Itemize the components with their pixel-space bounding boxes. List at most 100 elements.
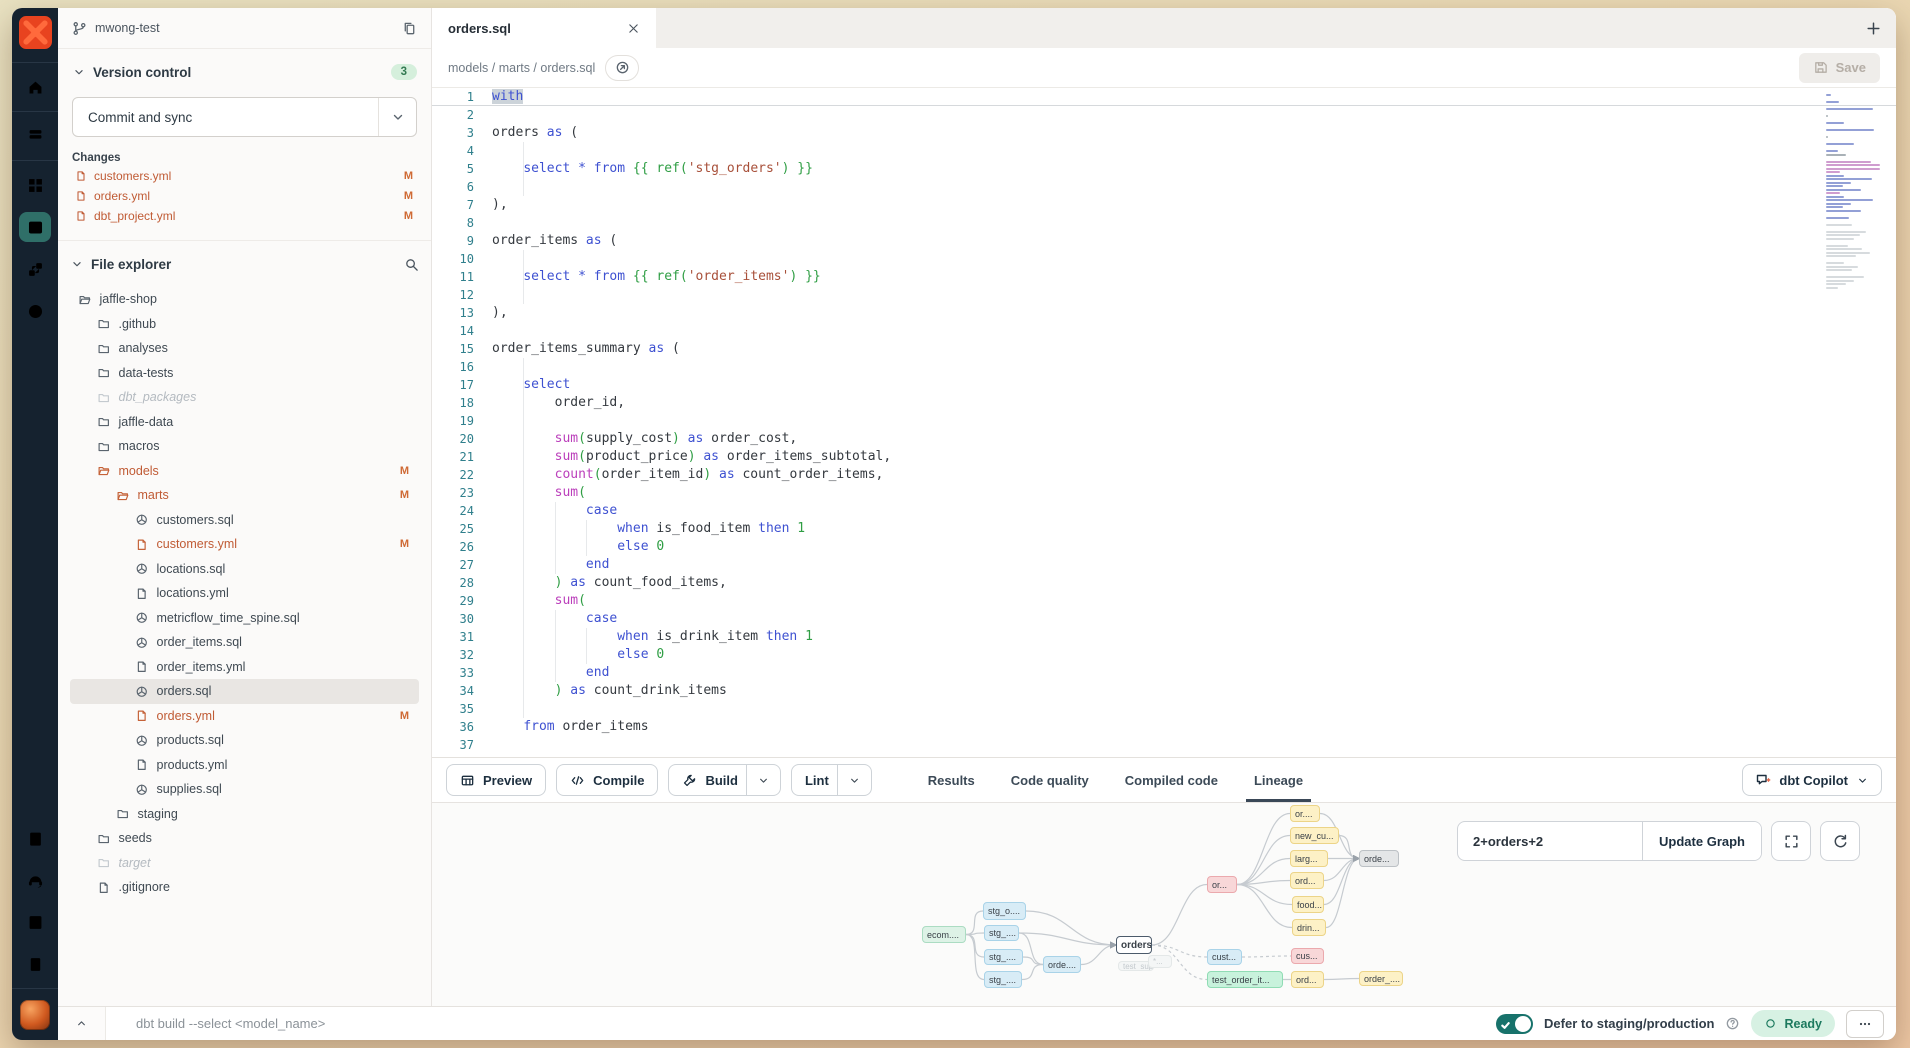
tree-item-customers.sql[interactable]: customers.sql — [70, 508, 419, 533]
lineage-node-cuspink[interactable]: cus... — [1291, 948, 1324, 964]
tab-lineage[interactable]: Lineage — [1254, 758, 1303, 802]
rail-item-dashboards[interactable] — [12, 164, 58, 206]
lineage-node-orde1[interactable]: orde.... — [1043, 956, 1081, 973]
rail-item-home[interactable] — [12, 66, 58, 108]
lineage-node-stg1[interactable]: stg_o.... — [983, 902, 1026, 920]
tree-item-order-items.yml[interactable]: order_items.yml — [70, 655, 419, 680]
tab-code-quality[interactable]: Code quality — [1011, 758, 1089, 802]
lineage-node-orpink[interactable]: or... — [1207, 876, 1237, 893]
file-explorer-header[interactable]: File explorer — [70, 249, 419, 279]
line-number: 10 — [432, 250, 492, 268]
line-number: 4 — [432, 142, 492, 160]
tree-item-data-tests[interactable]: data-tests — [70, 361, 419, 386]
lineage-canvas[interactable]: ecom.... stg_o.... stg_.... stg_.... stg_...… — [432, 802, 1896, 1006]
fullscreen-button[interactable] — [1771, 821, 1811, 861]
rail-item-deploy[interactable] — [12, 248, 58, 290]
tree-item-marts[interactable]: martsM — [70, 483, 419, 508]
lineage-node-gray1[interactable]: orde... — [1359, 850, 1399, 867]
dbt-logo[interactable] — [19, 16, 52, 49]
tab-orders-sql[interactable]: orders.sql — [432, 8, 656, 48]
code-token: 1 — [789, 521, 805, 536]
user-avatar[interactable] — [20, 1000, 50, 1030]
collapse-command-bar-button[interactable] — [58, 1007, 106, 1040]
tree-item-.github[interactable]: .github — [70, 312, 419, 337]
compile-button[interactable]: Compile — [556, 764, 658, 796]
tree-item-supplies.sql[interactable]: supplies.sql — [70, 777, 419, 802]
commit-options-caret[interactable] — [378, 98, 416, 136]
lineage-node-y3[interactable]: larg... — [1290, 850, 1328, 867]
rail-item-docs[interactable] — [12, 901, 58, 943]
tree-item-staging[interactable]: staging — [70, 802, 419, 827]
preview-button[interactable]: Preview — [446, 764, 546, 796]
build-options-caret[interactable] — [746, 765, 780, 795]
lineage-node-y6[interactable]: drin... — [1292, 919, 1326, 936]
lineage-selector-input[interactable] — [1458, 822, 1642, 860]
copy-icon[interactable] — [402, 21, 417, 36]
open-lineage-link-button[interactable] — [605, 55, 639, 81]
tree-item-analyses[interactable]: analyses — [70, 336, 419, 361]
lineage-node-y4[interactable]: ord... — [1290, 872, 1324, 889]
lineage-node-ecom[interactable]: ecom.... — [922, 926, 966, 943]
lineage-node-y5[interactable]: food... — [1292, 896, 1324, 913]
changed-file-row[interactable]: dbt_project.ymlM — [72, 207, 417, 224]
tree-item-macros[interactable]: macros — [70, 434, 419, 459]
tree-item-products.yml[interactable]: products.yml — [70, 753, 419, 778]
rail-item-catalog[interactable] — [12, 115, 58, 157]
tree-item-order-items.sql[interactable]: order_items.sql — [70, 630, 419, 655]
refresh-graph-button[interactable] — [1820, 821, 1860, 861]
new-tab-button[interactable] — [1850, 8, 1896, 48]
tree-item-target[interactable]: target — [70, 851, 419, 876]
search-icon[interactable] — [404, 257, 419, 272]
lineage-node-fainttest[interactable]: *... — [1148, 955, 1172, 968]
chevron-down-icon — [390, 109, 406, 125]
tree-item-products.sql[interactable]: products.sql — [70, 728, 419, 753]
commit-and-sync-button[interactable]: Commit and sync — [72, 97, 417, 137]
tree-item-orders.sql[interactable]: orders.sql — [70, 679, 419, 704]
tree-item-locations.yml[interactable]: locations.yml — [70, 581, 419, 606]
command-input[interactable]: dbt build --select <model_name> — [136, 1016, 325, 1031]
tab-compiled-code[interactable]: Compiled code — [1125, 758, 1218, 802]
build-button[interactable]: Build — [668, 764, 781, 796]
save-button[interactable]: Save — [1799, 53, 1880, 83]
lineage-node-y2[interactable]: new_cu... — [1290, 827, 1339, 844]
tree-item-models[interactable]: modelsM — [70, 459, 419, 484]
rail-item-organization[interactable] — [12, 943, 58, 985]
rail-item-support[interactable] — [12, 859, 58, 901]
lineage-node-ordy[interactable]: ord... — [1291, 971, 1324, 988]
close-icon[interactable] — [627, 22, 640, 35]
update-graph-button[interactable]: Update Graph — [1642, 822, 1761, 860]
lint-button[interactable]: Lint — [791, 764, 872, 796]
tree-item-jaffle-data[interactable]: jaffle-data — [70, 410, 419, 435]
tree-item-.gitignore[interactable]: .gitignore — [70, 875, 419, 900]
tree-item-metricflow-time-spine.sql[interactable]: metricflow_time_spine.sql — [70, 606, 419, 631]
rail-item-changelog[interactable] — [12, 817, 58, 859]
rail-item-studio-ide[interactable] — [12, 206, 58, 248]
lineage-node-stg4[interactable]: stg_.... — [984, 971, 1022, 988]
lineage-node-orderfar[interactable]: order_.... — [1359, 971, 1403, 986]
lint-options-caret[interactable] — [837, 765, 871, 795]
tree-item-dbt-packages[interactable]: dbt_packages — [70, 385, 419, 410]
tree-item-customers.yml[interactable]: customers.ymlM — [70, 532, 419, 557]
changed-file-row[interactable]: orders.ymlM — [72, 187, 417, 204]
lineage-node-stg3[interactable]: stg_.... — [984, 949, 1023, 965]
version-control-header[interactable]: Version control 3 — [72, 57, 417, 87]
lineage-node-y1[interactable]: or.... — [1290, 805, 1320, 822]
lineage-node-testorder[interactable]: test_order_it... — [1207, 971, 1283, 988]
more-options-button[interactable] — [1846, 1010, 1884, 1038]
lineage-node-cust[interactable]: cust... — [1207, 949, 1242, 965]
lineage-node-orders[interactable]: orders — [1116, 936, 1152, 954]
minimap-line — [1826, 154, 1846, 156]
tree-item-orders.yml[interactable]: orders.ymlM — [70, 704, 419, 729]
tree-item-jaffle-shop[interactable]: jaffle-shop — [70, 287, 419, 312]
tree-item-locations.sql[interactable]: locations.sql — [70, 557, 419, 582]
minimap[interactable] — [1826, 94, 1884, 290]
rail-item-explore[interactable] — [12, 290, 58, 332]
defer-toggle[interactable] — [1496, 1014, 1533, 1034]
dbt-copilot-button[interactable]: dbt Copilot — [1742, 764, 1882, 796]
code-editor[interactable]: 1with23orders as (45 select * from {{ re… — [432, 88, 1896, 757]
changed-file-row[interactable]: customers.ymlM — [72, 167, 417, 184]
tab-results[interactable]: Results — [928, 758, 975, 802]
help-question-icon[interactable] — [1725, 1016, 1740, 1031]
lineage-node-stg2[interactable]: stg_.... — [984, 925, 1019, 941]
tree-item-seeds[interactable]: seeds — [70, 826, 419, 851]
